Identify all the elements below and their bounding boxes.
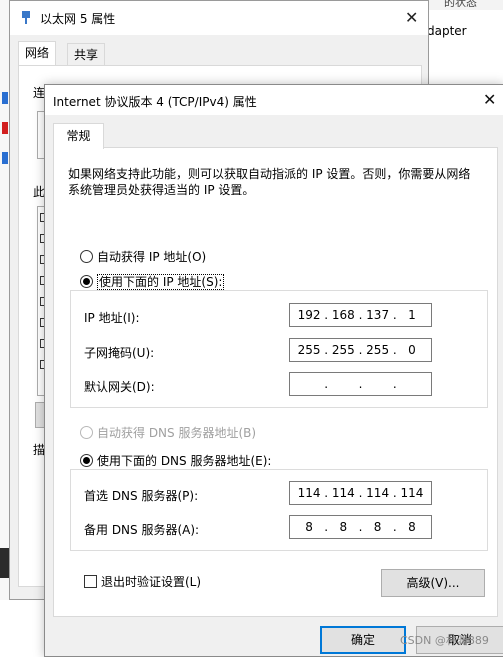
background-dark-strip	[0, 548, 9, 578]
background-adapter-text: dapter	[427, 24, 467, 38]
dns-octet: 114	[366, 486, 390, 500]
preferred-dns-field[interactable]: 114. 114. 114. 114	[289, 481, 432, 505]
ip-auto-option[interactable]: 自动获得 IP 地址(O)	[80, 248, 206, 265]
dns-manual-label: 使用下面的 DNS 服务器地址(E):	[97, 454, 272, 468]
alternate-dns-field[interactable]: 8. 8. 8. 8	[289, 515, 432, 539]
ethernet-close-button[interactable]: ✕	[405, 8, 418, 27]
error-icon	[2, 122, 8, 134]
dns-octet: 8	[305, 520, 313, 534]
ip-octet: 192	[297, 308, 321, 322]
validate-label: 退出时验证设置(L)	[101, 575, 202, 589]
default-gateway-label: 默认网关(D):	[84, 380, 155, 394]
ip-octet: 168	[331, 308, 355, 322]
ip-dot: .	[392, 486, 397, 500]
ip-dot: .	[324, 308, 329, 322]
ip-dot: .	[392, 308, 397, 322]
validate-option[interactable]: 退出时验证设置(L)	[84, 573, 201, 590]
ok-button[interactable]: 确定	[320, 626, 406, 654]
ip-dot: .	[358, 520, 363, 534]
dns-manual-option[interactable]: 使用下面的 DNS 服务器地址(E):	[80, 452, 271, 469]
dns-octet: 114	[400, 486, 424, 500]
ethernet-dialog-title: 以太网 5 属性	[40, 12, 116, 26]
ip-dot: .	[358, 308, 363, 322]
subnet-mask-field[interactable]: 255. 255. 255. 0	[289, 338, 432, 362]
mask-octet: 255	[366, 343, 390, 357]
ethernet-icon	[22, 11, 30, 24]
ip-manual-label: 使用下面的 IP 地址(S):	[97, 274, 225, 290]
ethernet-titlebar: 以太网 5 属性 ✕	[10, 1, 428, 35]
ip-dot: .	[324, 377, 329, 391]
ip-dot: .	[358, 343, 363, 357]
ipv4-properties-dialog: Internet 协议版本 4 (TCP/IPv4) 属性 ✕ 常规 如果网络支…	[44, 84, 503, 657]
ipv4-titlebar: Internet 协议版本 4 (TCP/IPv4) 属性 ✕	[45, 85, 503, 115]
network-icon	[2, 92, 8, 104]
dns-octet: 8	[373, 520, 382, 534]
mask-octet: 0	[408, 343, 416, 357]
dns-auto-option[interactable]: 自动获得 DNS 服务器地址(B)	[80, 424, 256, 441]
dns-auto-label: 自动获得 DNS 服务器地址(B)	[97, 426, 257, 440]
tab-network[interactable]: 网络	[18, 41, 57, 66]
dns-octet: 8	[408, 520, 416, 534]
ip-dot: .	[392, 343, 397, 357]
ip-dot: .	[324, 520, 329, 534]
default-gateway-field[interactable]: . . .	[289, 372, 432, 396]
dialog-title: Internet 协议版本 4 (TCP/IPv4) 属性	[53, 95, 257, 109]
ip-dot: .	[324, 486, 329, 500]
advanced-button[interactable]: 高级(V)...	[381, 569, 485, 597]
ip-auto-label: 自动获得 IP 地址(O)	[97, 250, 207, 264]
network-icon-2	[2, 152, 8, 164]
dns-octet: 8	[339, 520, 348, 534]
dns-group: 首选 DNS 服务器(P): 114. 114. 114. 114 备用 DNS…	[70, 469, 488, 551]
ip-octet: 1	[408, 308, 416, 322]
ip-manual-radio[interactable]	[80, 275, 93, 288]
ip-address-field[interactable]: 192. 168. 137. 1	[289, 303, 432, 327]
validate-checkbox[interactable]	[84, 575, 97, 588]
background-window-left	[0, 0, 9, 600]
ip-dot: .	[392, 520, 397, 534]
subnet-mask-label: 子网掩码(U):	[84, 346, 155, 360]
preferred-dns-label: 首选 DNS 服务器(P):	[84, 489, 199, 503]
ip-dot: .	[358, 486, 363, 500]
tab-general[interactable]: 常规	[53, 123, 104, 149]
general-panel: 如果网络支持此功能，则可以获取自动指派的 IP 设置。否则，你需要从网络系统管理…	[53, 147, 498, 617]
mask-octet: 255	[297, 343, 321, 357]
description-text: 如果网络支持此功能，则可以获取自动指派的 IP 设置。否则，你需要从网络系统管理…	[68, 167, 471, 197]
ip-dot: .	[358, 377, 363, 391]
ip-dot: .	[392, 377, 397, 391]
ip-octet: 137	[366, 308, 390, 322]
dns-auto-radio[interactable]	[80, 426, 93, 439]
alternate-dns-label: 备用 DNS 服务器(A):	[84, 523, 200, 537]
dns-octet: 114	[331, 486, 355, 500]
ip-auto-radio[interactable]	[80, 250, 93, 263]
ip-group: IP 地址(I): 192. 168. 137. 1 子网掩码(U): 255.…	[70, 290, 488, 408]
mask-octet: 255	[331, 343, 355, 357]
background-status-text: 的状态	[444, 0, 477, 9]
ip-address-label: IP 地址(I):	[84, 311, 140, 325]
tab-sharing[interactable]: 共享	[67, 43, 106, 66]
watermark: CSDN @林渊889	[400, 634, 489, 647]
dns-manual-radio[interactable]	[80, 454, 93, 467]
ip-manual-option[interactable]: 使用下面的 IP 地址(S):	[80, 273, 225, 290]
ip-dot: .	[324, 343, 329, 357]
close-icon[interactable]: ✕	[483, 90, 496, 109]
dns-octet: 114	[297, 486, 321, 500]
